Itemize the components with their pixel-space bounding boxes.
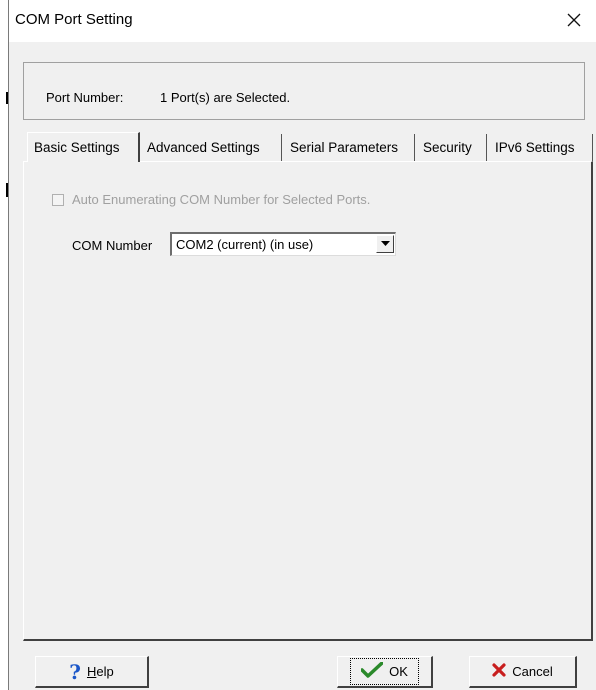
background-window-edge (0, 0, 8, 690)
auto-enumerating-label: Auto Enumerating COM Number for Selected… (72, 192, 371, 207)
port-number-label: Port Number: (46, 90, 124, 105)
auto-enumerating-checkbox (52, 193, 64, 206)
tab-advanced-settings[interactable]: Advanced Settings (141, 134, 282, 162)
port-info-box: Port Number: 1 Port(s) are Selected. (23, 62, 585, 120)
tab-basic-settings[interactable]: Basic Settings (27, 132, 140, 162)
tab-label: IPv6 Settings (495, 140, 575, 155)
com-number-label: COM Number (72, 238, 153, 253)
chevron-down-icon (380, 241, 390, 246)
cancel-button[interactable]: Cancel (469, 656, 577, 688)
dialog-title: COM Port Setting (15, 11, 133, 28)
tab-label: Advanced Settings (147, 140, 260, 155)
tab-label: Serial Parameters (290, 140, 399, 155)
port-number-value: 1 Port(s) are Selected. (160, 90, 291, 105)
cancel-label: Cancel (512, 664, 553, 679)
question-mark-icon: ? (69, 659, 81, 684)
ok-button[interactable]: OK (337, 656, 433, 688)
help-button[interactable]: ? Help (35, 656, 149, 688)
tab-ipv6-settings[interactable]: IPv6 Settings (489, 134, 593, 162)
ok-focus-rect: OK (350, 658, 419, 685)
help-label: Help (86, 664, 114, 679)
com-number-value: COM2 (current) (in use) (176, 237, 314, 252)
dropdown-arrow-button[interactable] (376, 235, 394, 253)
basic-settings-panel: Auto Enumerating COM Number for Selected… (23, 161, 593, 641)
auto-enumerating-option: Auto Enumerating COM Number for Selected… (52, 192, 370, 207)
title-bar: COM Port Setting (9, 0, 596, 42)
close-button[interactable] (551, 0, 596, 42)
ok-label: OK (389, 664, 408, 679)
tab-label: Basic Settings (34, 140, 120, 155)
red-x-icon (492, 663, 506, 680)
com-port-setting-dialog: COM Port Setting Port Number: 1 Port(s) … (8, 0, 596, 690)
tab-label: Security (423, 140, 472, 155)
close-icon (567, 10, 581, 33)
com-number-select[interactable]: COM2 (current) (in use) (170, 232, 396, 256)
tab-serial-parameters[interactable]: Serial Parameters (284, 134, 415, 162)
checkmark-icon (360, 661, 384, 681)
tab-security[interactable]: Security (417, 134, 487, 162)
